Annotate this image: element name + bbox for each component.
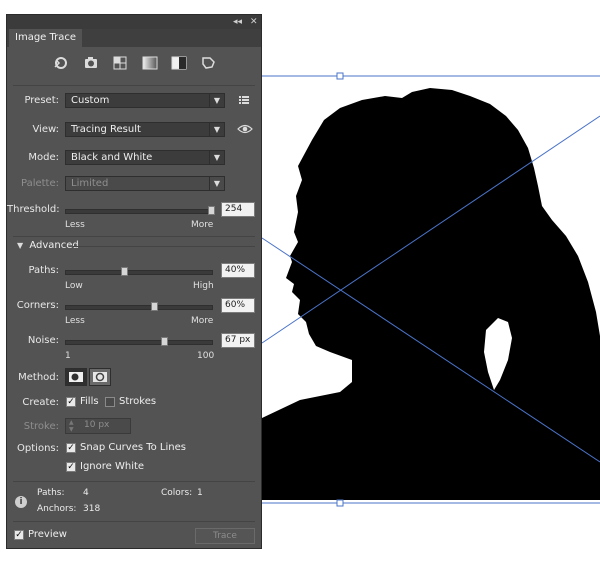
image-trace-panel: ◂◂ ✕ Image Trace Preset: Custom ▼ View: …	[6, 14, 262, 549]
strokes-checkbox[interactable]	[105, 397, 115, 407]
paths-stat-label: Paths:	[37, 488, 65, 498]
divider	[13, 85, 255, 86]
threshold-label: Threshold:	[7, 204, 60, 215]
mode-value: Black and White	[71, 152, 153, 163]
noise-value-field[interactable]: 67 px	[221, 333, 255, 348]
divider	[13, 521, 255, 522]
panel-tab-row: Image Trace	[7, 29, 261, 47]
mode-dropdown[interactable]: Black and White ▼	[65, 150, 225, 165]
high-color-icon[interactable]	[81, 53, 101, 73]
overlapping-icon	[93, 372, 107, 382]
threshold-value-field[interactable]: 254	[221, 202, 255, 217]
chevron-down-icon: ▼	[209, 177, 224, 190]
method-abutting-button[interactable]	[65, 368, 87, 386]
divider	[73, 246, 255, 247]
threshold-slider[interactable]	[65, 206, 215, 215]
corners-slider[interactable]	[65, 302, 213, 311]
paths-max-label: High	[193, 281, 214, 291]
paths-min-label: Low	[65, 281, 83, 291]
paths-value-field[interactable]: 40%	[221, 263, 255, 278]
mode-label: Mode:	[28, 152, 59, 163]
stroke-label: Stroke:	[23, 421, 59, 432]
corners-value-field[interactable]: 60%	[221, 298, 255, 313]
noise-min-label: 1	[65, 351, 71, 361]
advanced-toggle[interactable]: ▼ Advanced	[17, 240, 79, 251]
threshold-max-label: More	[191, 220, 214, 230]
palette-label: Palette:	[20, 178, 59, 189]
chevron-down-icon: ▼	[209, 94, 224, 107]
noise-slider-thumb[interactable]	[161, 337, 168, 346]
preset-button-row	[7, 51, 261, 75]
paths-label: Paths:	[28, 265, 59, 276]
noise-slider[interactable]	[65, 337, 213, 346]
close-icon[interactable]: ✕	[250, 16, 258, 28]
paths-stat-value: 4	[83, 488, 89, 498]
anchors-stat-value: 318	[83, 504, 101, 514]
palette-value: Limited	[71, 178, 109, 189]
fills-checkbox[interactable]: ✓	[66, 397, 76, 407]
strokes-label: Strokes	[119, 396, 157, 407]
create-label: Create:	[22, 397, 59, 408]
grayscale-icon[interactable]	[140, 53, 160, 73]
tab-image-trace[interactable]: Image Trace	[9, 29, 83, 47]
options-label: Options:	[17, 443, 59, 454]
chevron-down-icon: ▼	[209, 123, 224, 136]
method-overlapping-button[interactable]	[89, 368, 111, 386]
stroke-width-field: ▲ ▼ 10 px	[65, 418, 131, 434]
snap-curves-label: Snap Curves To Lines	[80, 442, 186, 453]
eye-icon[interactable]	[237, 122, 253, 136]
ignore-white-checkbox[interactable]: ✓	[66, 462, 76, 472]
auto-color-icon[interactable]	[51, 53, 71, 73]
black-and-white-icon[interactable]	[169, 53, 189, 73]
fills-label: Fills	[80, 396, 99, 407]
divider	[13, 481, 255, 482]
low-color-icon[interactable]	[110, 53, 130, 73]
palette-dropdown: Limited ▼	[65, 176, 225, 191]
triangle-down-icon: ▼	[17, 241, 24, 250]
threshold-slider-thumb[interactable]	[208, 206, 215, 215]
panel-title-bar[interactable]: ◂◂ ✕	[7, 15, 261, 30]
abutting-icon	[69, 372, 83, 382]
preset-value: Custom	[71, 95, 110, 106]
noise-label: Noise:	[27, 335, 59, 346]
view-value: Tracing Result	[71, 124, 141, 135]
view-dropdown[interactable]: Tracing Result ▼	[65, 122, 225, 137]
colors-stat-value: 1	[197, 488, 203, 498]
threshold-min-label: Less	[65, 220, 85, 230]
info-icon: i	[15, 496, 27, 508]
outline-icon[interactable]	[198, 53, 218, 73]
corners-min-label: Less	[65, 316, 85, 326]
ignore-white-label: Ignore White	[80, 461, 145, 472]
view-label: View:	[32, 124, 59, 135]
stepper-icon: ▲ ▼	[69, 419, 74, 433]
advanced-label: Advanced	[29, 240, 79, 251]
preview-checkbox[interactable]: ✓	[14, 530, 24, 540]
method-label: Method:	[18, 372, 59, 383]
stroke-value: 10 px	[84, 420, 110, 430]
trace-button[interactable]: Trace	[195, 528, 255, 544]
corners-max-label: More	[191, 316, 214, 326]
collapse-icon[interactable]: ◂◂	[233, 16, 242, 28]
chevron-down-icon: ▼	[209, 151, 224, 164]
list-icon[interactable]	[237, 93, 251, 107]
colors-stat-label: Colors:	[161, 488, 193, 498]
preview-label: Preview	[28, 529, 67, 540]
snap-curves-checkbox[interactable]: ✓	[66, 443, 76, 453]
anchors-stat-label: Anchors:	[37, 504, 77, 514]
paths-slider-thumb[interactable]	[121, 267, 128, 276]
paths-slider[interactable]	[65, 267, 213, 276]
preset-label: Preset:	[24, 95, 59, 106]
noise-max-label: 100	[197, 351, 215, 361]
corners-slider-thumb[interactable]	[151, 302, 158, 311]
preset-dropdown[interactable]: Custom ▼	[65, 93, 225, 108]
corners-label: Corners:	[16, 300, 59, 311]
divider	[13, 236, 255, 237]
